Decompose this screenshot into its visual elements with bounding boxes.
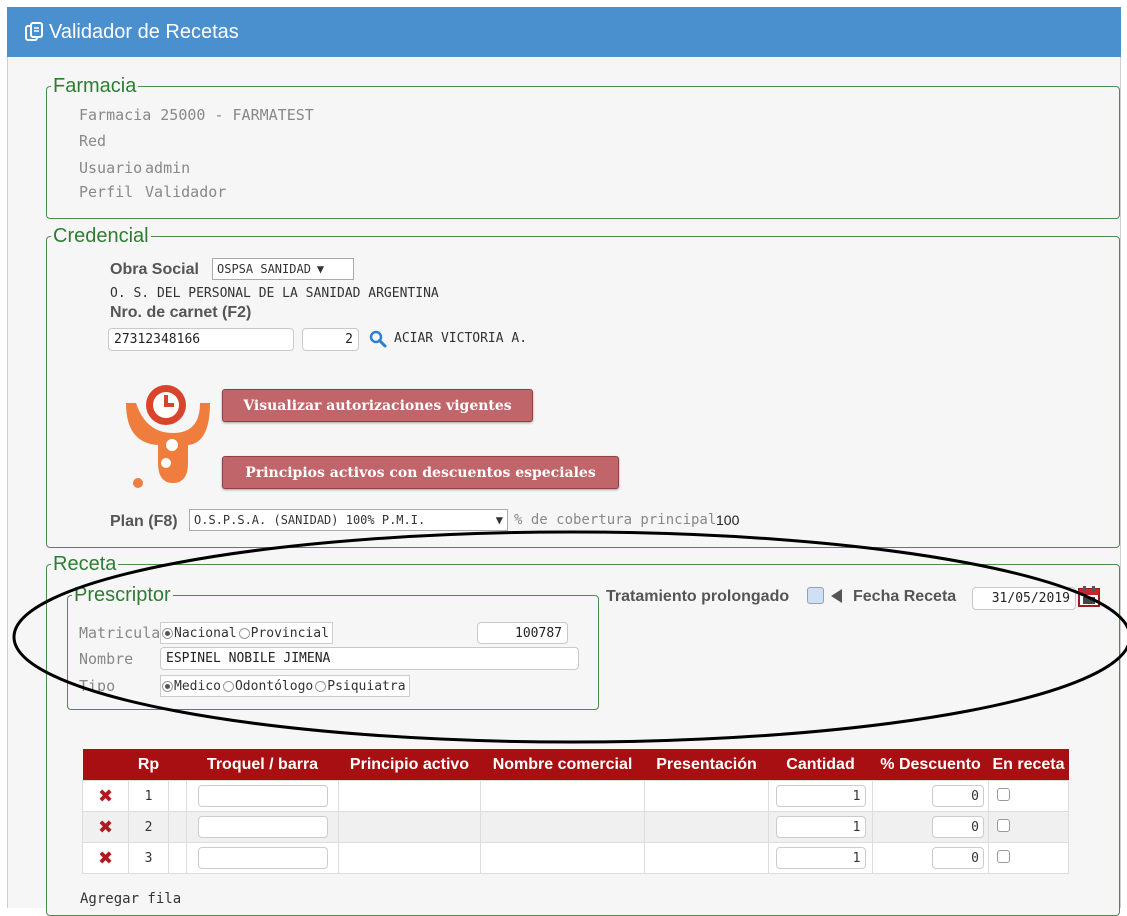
carnet-input[interactable]: 27312348166	[108, 328, 294, 351]
carnet-label: Nro. de carnet (F2)	[110, 304, 252, 321]
table-row: ✖ 3 1 0	[82, 842, 1069, 874]
usuario-line: Usuario admin	[79, 159, 190, 177]
credencial-legend: Credencial	[53, 225, 149, 247]
descuento-input[interactable]: 0	[932, 816, 984, 838]
perfil-label: Perfil	[79, 183, 134, 201]
table-row: ✖ 2 1 0	[82, 811, 1069, 843]
search-icon[interactable]	[369, 330, 387, 348]
col-en-receta: En receta	[988, 749, 1069, 781]
farmacia-label: Farmacia	[79, 106, 152, 124]
col-descuento: % Descuento	[872, 749, 989, 781]
title-bar: Validador de Recetas	[7, 7, 1121, 57]
col-troquel: Troquel / barra	[186, 749, 339, 781]
chevron-down-icon: ▼	[495, 513, 503, 527]
plan-label: Plan (F8)	[110, 513, 178, 530]
troquel-input[interactable]	[197, 816, 328, 838]
logo-icon	[126, 385, 210, 488]
obra-social-label: Obra Social	[110, 261, 199, 278]
agregar-fila-link[interactable]: Agregar fila	[80, 891, 181, 907]
col-cantidad: Cantidad	[768, 749, 873, 781]
table-row: ✖ 1 1 0	[82, 780, 1069, 812]
perfil-value: Validador	[145, 183, 227, 201]
col-delete	[82, 749, 129, 781]
troquel-input[interactable]	[197, 847, 328, 869]
perfil-line: Perfil Validador	[79, 183, 226, 201]
cantidad-input[interactable]: 1	[775, 816, 866, 838]
plan-value: O.S.P.S.A. (SANIDAD) 100% P.M.I.	[194, 513, 426, 527]
descuento-input[interactable]: 0	[932, 847, 984, 869]
cobertura-value: 100	[716, 512, 740, 528]
delete-row-icon[interactable]: ✖	[98, 848, 113, 869]
rp-cell: 2	[128, 811, 169, 843]
troquel-input[interactable]	[197, 785, 328, 807]
clipboard-icon	[25, 22, 43, 41]
delete-row-icon[interactable]: ✖	[98, 817, 113, 838]
obra-social-select[interactable]: OSPSA SANIDAD ▼	[212, 258, 354, 280]
en-receta-checkbox[interactable]	[997, 849, 1010, 863]
visualizar-autorizaciones-button[interactable]: Visualizar autorizaciones vigentes	[222, 389, 533, 422]
col-presentacion: Presentación	[644, 749, 769, 781]
obra-social-full: O. S. DEL PERSONAL DE LA SANIDAD ARGENTI…	[110, 286, 439, 301]
annotation-ellipse	[12, 530, 1127, 744]
col-rp: Rp	[128, 749, 169, 781]
delete-row-icon[interactable]: ✖	[98, 786, 113, 807]
cantidad-input[interactable]: 1	[775, 847, 866, 869]
table-header-row: Rp Troquel / barra Principio activo Nomb…	[82, 749, 1069, 781]
col-nombre-comercial: Nombre comercial	[480, 749, 645, 781]
chevron-down-icon: ▼	[316, 262, 325, 276]
rp-cell: 3	[128, 842, 169, 874]
col-blank	[168, 749, 187, 781]
affiliate-name: ACIAR VICTORIA A.	[394, 331, 528, 346]
plan-select[interactable]: O.S.P.S.A. (SANIDAD) 100% P.M.I. ▼	[189, 509, 508, 531]
window-title: Validador de Recetas	[49, 20, 239, 43]
farmacia-line: Farmacia 25000 - FARMATEST	[79, 106, 314, 124]
farmacia-value: 25000 - FARMATEST	[160, 106, 314, 124]
descuento-input[interactable]: 0	[932, 785, 984, 807]
rp-cell: 1	[128, 780, 169, 812]
principios-activos-button[interactable]: Principios activos con descuentos especi…	[222, 456, 619, 489]
farmacia-legend: Farmacia	[53, 75, 137, 97]
cobertura-label: % de cobertura principal	[514, 512, 717, 528]
en-receta-checkbox[interactable]	[997, 818, 1010, 832]
items-table: Rp Troquel / barra Principio activo Nomb…	[82, 749, 1069, 874]
usuario-label: Usuario	[79, 159, 143, 177]
obra-social-value: OSPSA SANIDAD	[217, 262, 311, 276]
carnet-suffix-input[interactable]: 2	[302, 328, 359, 351]
red-line: Red	[79, 132, 106, 150]
col-principio-activo: Principio activo	[338, 749, 481, 781]
cantidad-input[interactable]: 1	[775, 785, 866, 807]
red-label: Red	[79, 132, 107, 150]
usuario-value: admin	[145, 159, 191, 177]
en-receta-checkbox[interactable]	[997, 787, 1010, 801]
